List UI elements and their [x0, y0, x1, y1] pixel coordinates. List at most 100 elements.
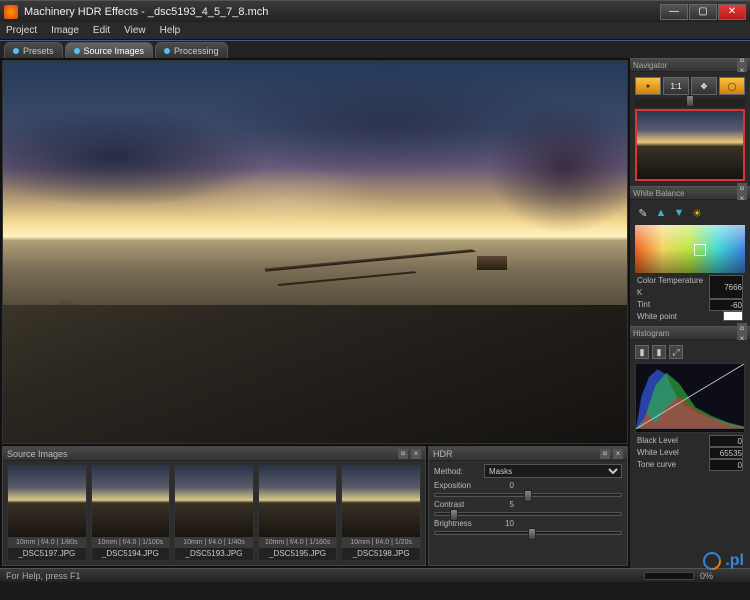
progress-text: 0%	[700, 571, 713, 581]
contrast-slider[interactable]	[434, 512, 622, 516]
thumb-filename: _DSC5197.JPG	[8, 548, 86, 560]
navigator-header: Navigator ¤×	[630, 58, 750, 72]
brightness-value: 10	[484, 519, 514, 528]
white-level-input[interactable]	[709, 447, 743, 459]
thumb-item[interactable]: 10mm | f/4.0 | 1/80s_DSC5197.JPG	[7, 465, 87, 561]
panel-title: HDR	[433, 449, 453, 459]
hdr-body: Method: Masks Exposition 0 Contrast 5 Br	[429, 461, 627, 565]
colortemp-input[interactable]	[709, 275, 743, 299]
left-column: Source Images ¤× 10mm | f/4.0 | 1/80s_DS…	[0, 58, 630, 568]
tint-input[interactable]	[709, 299, 743, 311]
method-select[interactable]: Masks	[484, 464, 622, 478]
sun-icon[interactable]: ☀	[690, 206, 704, 220]
window-controls: — ▢ ✕	[660, 4, 746, 20]
progress-bar	[644, 572, 694, 580]
thumb-item[interactable]: 10mm | f/4.0 | 1/100s_DSC5194.JPG	[91, 465, 171, 561]
exposition-slider[interactable]	[434, 493, 622, 497]
viewport-foreground	[3, 305, 627, 443]
thumb-meta: 10mm | f/4.0 | 1/160s	[259, 537, 337, 548]
progress-area: 0%	[644, 571, 744, 581]
minimize-button[interactable]: —	[660, 4, 688, 20]
white-balance-body: ✎ ▲ ▼ ☀ Color Temperature K Tint White p…	[630, 200, 750, 326]
navigator-thumbnail[interactable]	[635, 109, 745, 181]
menu-edit[interactable]: Edit	[93, 25, 110, 36]
thumb-item[interactable]: 10mm | f/4.0 | 1/20s_DSC5198.JPG	[341, 465, 421, 561]
menubar: Project Image Edit View Help	[0, 22, 750, 40]
window-titlebar: Machinery HDR Effects - _dsc5193_4_5_7_8…	[0, 0, 750, 22]
statusbar: For Help, press F1 0%	[0, 568, 750, 582]
thumbnail-strip: 10mm | f/4.0 | 1/80s_DSC5197.JPG 10mm | …	[3, 461, 425, 565]
whitepoint-swatch[interactable]	[723, 311, 743, 321]
thumb-meta: 10mm | f/4.0 | 1/80s	[8, 537, 86, 548]
zoom-slider[interactable]	[635, 99, 745, 107]
tab-presets[interactable]: Presets	[4, 42, 63, 58]
source-images-panel: Source Images ¤× 10mm | f/4.0 | 1/80s_DS…	[2, 446, 426, 566]
thumb-filename: _DSC5198.JPG	[342, 548, 420, 560]
panel-title: White Balance	[633, 189, 685, 198]
fit-button[interactable]: ✦	[635, 77, 661, 95]
tint-label: Tint	[637, 299, 650, 311]
panel-pin-button[interactable]: ¤	[737, 58, 747, 65]
wb-color-picker[interactable]	[635, 225, 745, 273]
white-level-label: White Level	[637, 447, 679, 459]
navigator-body: ✦ 1:1 ✥ ◯	[630, 72, 750, 186]
contrast-value: 5	[484, 500, 514, 509]
histogram-chart[interactable]	[635, 363, 745, 433]
tab-label: Processing	[174, 46, 219, 56]
gear-button[interactable]: ◯	[719, 77, 745, 95]
viewport-dockend	[477, 256, 507, 270]
pan-button[interactable]: ✥	[691, 77, 717, 95]
thumb-image	[92, 466, 170, 537]
wb-warm-icon[interactable]: ▼	[672, 206, 686, 220]
method-label: Method:	[434, 467, 480, 476]
contrast-label: Contrast	[434, 500, 480, 509]
hist-rgb-icon[interactable]: ▮	[635, 345, 649, 359]
exposition-label: Exposition	[434, 481, 480, 490]
tab-processing[interactable]: Processing	[155, 42, 228, 58]
thumb-item[interactable]: 10mm | f/4.0 | 1/40s_DSC5193.JPG	[174, 465, 254, 561]
thumb-image	[342, 466, 420, 537]
main-area: Source Images ¤× 10mm | f/4.0 | 1/80s_DS…	[0, 58, 750, 568]
menu-help[interactable]: Help	[160, 25, 181, 36]
menu-view[interactable]: View	[124, 25, 146, 36]
watermark-text: .pl	[725, 552, 744, 570]
panel-title: Source Images	[7, 449, 68, 459]
tone-curve-input[interactable]	[709, 459, 743, 471]
white-balance-header: White Balance ¤×	[630, 186, 750, 200]
menu-image[interactable]: Image	[51, 25, 79, 36]
source-images-header: Source Images ¤×	[3, 447, 425, 461]
black-level-input[interactable]	[709, 435, 743, 447]
panel-pin-button[interactable]: ¤	[737, 183, 747, 193]
status-help-text: For Help, press F1	[6, 571, 81, 581]
panel-close-button[interactable]: ×	[411, 449, 421, 459]
wb-cool-icon[interactable]: ▲	[654, 206, 668, 220]
thumb-image	[8, 466, 86, 537]
watermark-icon	[700, 548, 725, 573]
hdr-method-row: Method: Masks	[434, 464, 622, 478]
hdr-panel: HDR ¤× Method: Masks Exposition 0 Contra…	[428, 446, 628, 566]
exposition-value: 0	[484, 481, 514, 490]
panel-close-button[interactable]: ×	[613, 449, 623, 459]
image-viewport[interactable]	[2, 60, 628, 444]
close-button[interactable]: ✕	[718, 4, 746, 20]
eyedropper-icon[interactable]: ✎	[636, 206, 650, 220]
thumb-filename: _DSC5194.JPG	[92, 548, 170, 560]
tone-curve-icon[interactable]: ⤢	[669, 345, 683, 359]
panel-pin-button[interactable]: ¤	[398, 449, 408, 459]
thumb-meta: 10mm | f/4.0 | 1/40s	[175, 537, 253, 548]
right-column: Navigator ¤× ✦ 1:1 ✥ ◯ White Balance ¤× …	[630, 58, 750, 568]
ratio-button[interactable]: 1:1	[663, 77, 689, 95]
menu-project[interactable]: Project	[6, 25, 37, 36]
histogram-body: ▮ ▮ ⤢ Black Level White Level Tone curve	[630, 340, 750, 474]
thumb-item[interactable]: 10mm | f/4.0 | 1/160s_DSC5195.JPG	[258, 465, 338, 561]
panel-pin-button[interactable]: ¤	[600, 449, 610, 459]
tab-source-images[interactable]: Source Images	[65, 42, 154, 58]
maximize-button[interactable]: ▢	[689, 4, 717, 20]
whitepoint-label: White point	[637, 311, 677, 323]
hist-luma-icon[interactable]: ▮	[652, 345, 666, 359]
brightness-slider[interactable]	[434, 531, 622, 535]
histogram-header: Histogram ¤×	[630, 326, 750, 340]
tab-label: Presets	[23, 46, 54, 56]
panel-pin-button[interactable]: ¤	[737, 323, 747, 333]
viewport-clouds	[3, 61, 627, 237]
